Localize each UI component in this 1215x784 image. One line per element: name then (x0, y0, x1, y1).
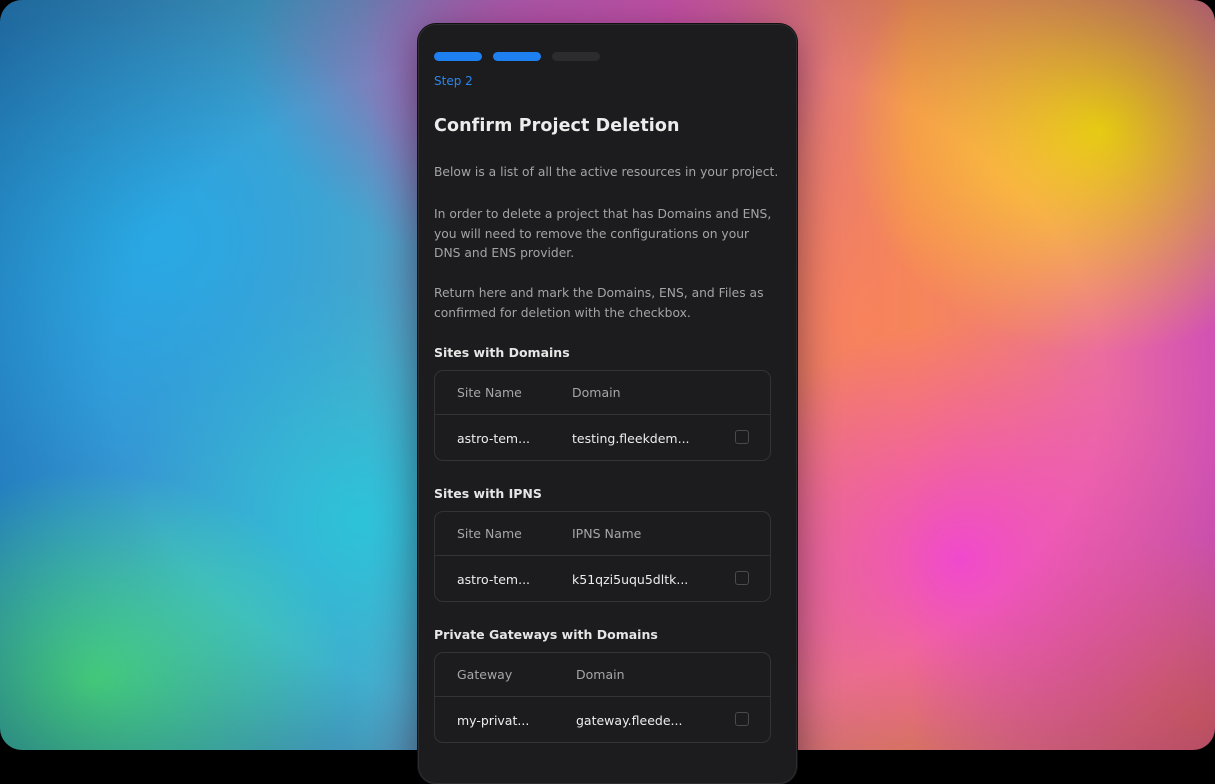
gateway-name-cell: my-privat... (457, 712, 530, 728)
modal-title: Confirm Project Deletion (434, 116, 680, 136)
progress-step-2 (493, 52, 541, 61)
private-gateways-table: Gateway Domain my-privat... gateway.flee… (434, 652, 771, 743)
step-label: Step 2 (434, 74, 473, 88)
column-header-site-name: Site Name (457, 526, 522, 541)
site-name-cell: astro-tem... (457, 571, 531, 587)
confirm-deletion-checkbox[interactable] (735, 430, 749, 444)
sites-with-ipns-table: Site Name IPNS Name astro-tem... k51qzi5… (434, 511, 771, 602)
table-row: my-privat... gateway.fleede... (435, 697, 770, 742)
column-header-gateway: Gateway (457, 667, 513, 682)
column-header-domain: Domain (572, 385, 621, 400)
section-title-private-gateways: Private Gateways with Domains (434, 627, 658, 642)
step-progress-bar (434, 52, 600, 61)
confirm-deletion-checkbox[interactable] (735, 712, 749, 726)
section-title-sites-with-ipns: Sites with IPNS (434, 486, 542, 501)
table-row: astro-tem... testing.fleekdem... (435, 415, 770, 460)
delete-project-modal: Step 2 Confirm Project Deletion Below is… (418, 24, 797, 784)
intro-paragraph: Below is a list of all the active resour… (434, 165, 779, 179)
progress-step-1 (434, 52, 482, 61)
table-row: astro-tem... k51qzi5uqu5dltk... (435, 556, 770, 601)
table-header: Gateway Domain (435, 653, 770, 697)
domain-cell: testing.fleekdem... (572, 430, 690, 446)
column-header-ipns-name: IPNS Name (572, 526, 642, 541)
column-header-domain: Domain (576, 667, 625, 682)
section-title-sites-with-domains: Sites with Domains (434, 345, 570, 360)
table-header: Site Name Domain (435, 371, 770, 415)
ipns-name-cell: k51qzi5uqu5dltk... (572, 571, 689, 587)
confirm-paragraph: Return here and mark the Domains, ENS, a… (434, 286, 764, 320)
sites-with-domains-table: Site Name Domain astro-tem... testing.fl… (434, 370, 771, 461)
column-header-site-name: Site Name (457, 385, 522, 400)
confirm-deletion-checkbox[interactable] (735, 571, 749, 585)
instructions-paragraph: In order to delete a project that has Do… (434, 207, 772, 260)
progress-step-3 (552, 52, 600, 61)
domain-cell: gateway.fleede... (576, 712, 683, 728)
site-name-cell: astro-tem... (457, 430, 531, 446)
table-header: Site Name IPNS Name (435, 512, 770, 556)
